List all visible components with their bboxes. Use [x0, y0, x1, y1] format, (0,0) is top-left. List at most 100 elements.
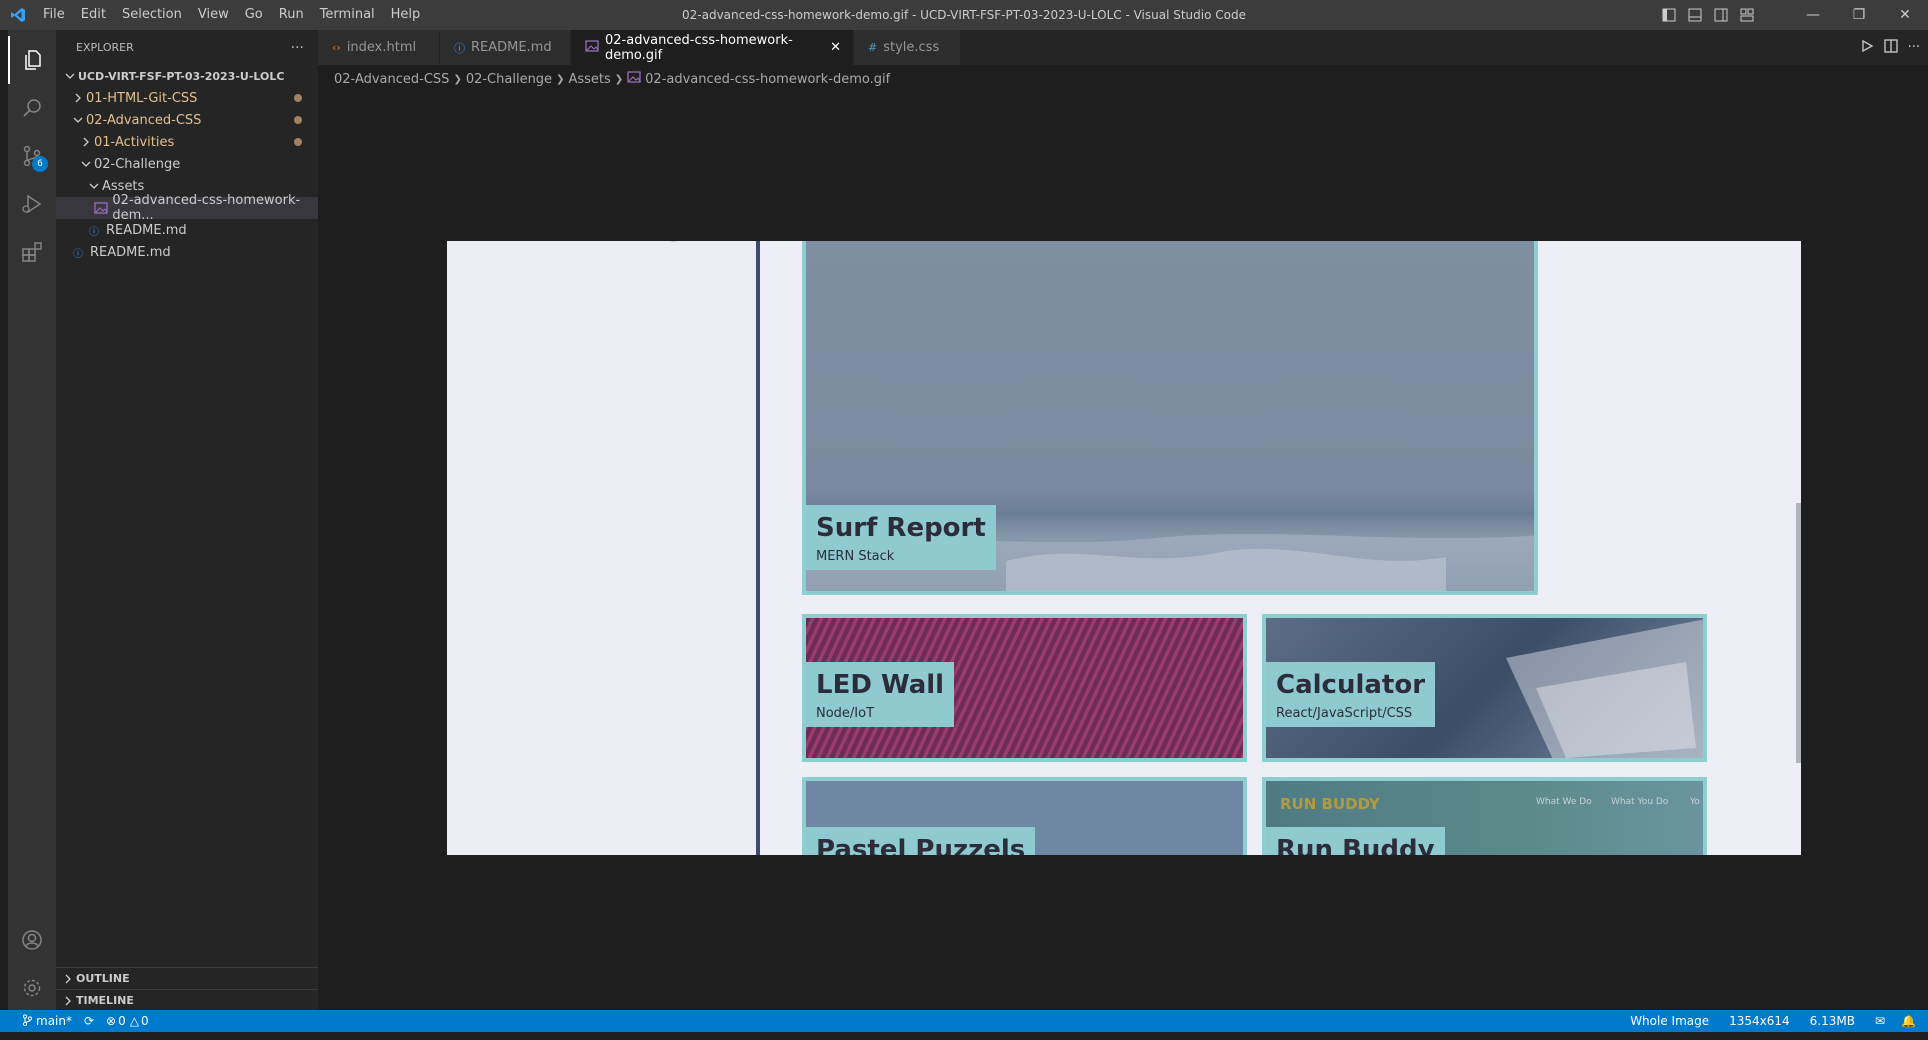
breadcrumb-item[interactable]: Assets: [568, 72, 610, 87]
menu-view[interactable]: View: [190, 0, 237, 30]
tree-label: Assets: [102, 178, 145, 194]
workspace-root-label: UCD-VIRT-FSF-PT-03-2023-U-LOLC: [78, 69, 285, 83]
run-buddy-nav: Yo: [1690, 797, 1700, 807]
breadcrumb-item[interactable]: 02-Advanced-CSS: [334, 72, 449, 87]
css-icon: #: [868, 41, 878, 54]
close-tab-icon[interactable]: ✕: [830, 40, 841, 55]
project-card-led-wall: LED Wall Node/IoT: [802, 614, 1247, 762]
menu-go[interactable]: Go: [237, 0, 271, 30]
zoom-status[interactable]: Whole Image: [1620, 1014, 1719, 1028]
more-actions-icon[interactable]: ···: [1908, 40, 1920, 55]
feedback-icon[interactable]: ✉: [1865, 1014, 1895, 1028]
vscode-logo-icon: [0, 0, 35, 30]
project-card-run-buddy: RUN BUDDY What We Do What You Do Yo Run …: [1262, 777, 1707, 855]
menu-file[interactable]: File: [35, 0, 73, 30]
settings-gear-icon[interactable]: [8, 964, 56, 1012]
tree-label: README.md: [106, 222, 187, 238]
tree-label: 01-HTML-Git-CSS: [86, 90, 198, 106]
restore-icon[interactable]: ❐: [1836, 0, 1882, 30]
toggle-panel-icon[interactable]: [1684, 4, 1706, 26]
menu-terminal[interactable]: Terminal: [312, 0, 383, 30]
tree-folder-01-activities[interactable]: 01-Activities: [56, 131, 318, 153]
tab-gif[interactable]: 02-advanced-css-homework-demo.gif ✕: [571, 30, 854, 65]
modified-dot: [294, 94, 302, 102]
breadcrumb-item[interactable]: 02-advanced-css-homework-demo.gif: [645, 72, 890, 87]
activity-bar: 6: [0, 30, 56, 1010]
error-count: 0: [118, 1014, 126, 1028]
tree-folder-02-challenge[interactable]: 02-Challenge: [56, 153, 318, 175]
chevron-down-icon: [86, 178, 102, 194]
branch-indicator[interactable]: main*: [0, 1013, 78, 1029]
accounts-icon[interactable]: [8, 916, 56, 964]
card-title: Surf Report: [816, 513, 986, 543]
card-label: LED Wall Node/IoT: [806, 662, 955, 727]
editor-tabs: ‹› index.html ⓘ README.md 02-advanced-cs…: [318, 30, 1928, 65]
error-icon: ⊗: [106, 1014, 117, 1028]
explorer-icon[interactable]: [8, 36, 56, 84]
outline-section[interactable]: OUTLINE: [56, 967, 318, 989]
chevron-down-icon: [62, 68, 78, 84]
chevron-right-icon: ❯: [614, 73, 624, 85]
dimensions-status: 1354x614: [1729, 1014, 1790, 1028]
tree-file-readme-root[interactable]: ⓘ README.md: [56, 241, 318, 263]
tree-folder-01-html[interactable]: 01-HTML-Git-CSS: [56, 87, 318, 109]
menu-run[interactable]: Run: [271, 0, 312, 30]
run-icon[interactable]: [1860, 39, 1874, 57]
extensions-icon[interactable]: [8, 228, 56, 276]
chevron-right-icon: [70, 90, 86, 106]
card-label: Pastel Puzzels: [806, 827, 1036, 855]
search-icon[interactable]: [8, 84, 56, 132]
source-control-icon[interactable]: 6: [8, 132, 56, 180]
card-label: Surf Report MERN Stack: [806, 505, 996, 570]
title-bar: File Edit Selection View Go Run Terminal…: [0, 0, 1928, 30]
preview-left-column: Hom: [447, 241, 757, 855]
card-title: Calculator: [1276, 670, 1426, 700]
run-buddy-nav: What You Do: [1611, 797, 1669, 807]
card-subtitle: Node/IoT: [816, 706, 875, 721]
toggle-primary-sidebar-icon[interactable]: [1658, 4, 1680, 26]
warning-icon: △: [129, 1014, 139, 1028]
chevron-right-icon: [78, 134, 94, 150]
info-icon: ⓘ: [454, 41, 465, 55]
sync-icon[interactable]: ⟳: [78, 1014, 100, 1028]
tree-label: README.md: [90, 244, 171, 260]
menu-bar: File Edit Selection View Go Run Terminal…: [35, 0, 428, 30]
scm-badge: 6: [32, 156, 48, 172]
toggle-secondary-sidebar-icon[interactable]: [1710, 4, 1732, 26]
tab-label: 02-advanced-css-homework-demo.gif: [605, 32, 793, 63]
image-icon: [585, 40, 599, 55]
menu-edit[interactable]: Edit: [73, 0, 114, 30]
customize-layout-icon[interactable]: [1736, 4, 1758, 26]
notifications-bell-icon[interactable]: 🔔: [1895, 1014, 1928, 1028]
editor-area: 02-Advanced-CSS ❯ 02-Challenge ❯ Assets …: [318, 65, 1928, 1010]
timeline-section[interactable]: TIMELINE: [56, 989, 318, 1011]
tab-label: style.css: [883, 40, 940, 55]
project-card-calculator: Calculator React/JavaScript/CSS: [1262, 614, 1707, 762]
modified-dot: [294, 116, 302, 124]
menu-help[interactable]: Help: [383, 0, 429, 30]
timeline-label: TIMELINE: [76, 994, 134, 1007]
image-preview[interactable]: Hom Surf Report MERN Stack LED Wall Node…: [447, 241, 1801, 855]
tree-label: 01-Activities: [94, 134, 175, 150]
tree-folder-02-advanced[interactable]: 02-Advanced-CSS: [56, 109, 318, 131]
branch-name: main*: [36, 1014, 72, 1028]
tab-index-html[interactable]: ‹› index.html: [318, 30, 440, 65]
tab-readme[interactable]: ⓘ README.md: [440, 30, 571, 65]
card-title: Pastel Puzzels: [816, 835, 1026, 855]
workspace-root[interactable]: UCD-VIRT-FSF-PT-03-2023-U-LOLC: [56, 65, 318, 87]
problems-indicator[interactable]: ⊗ 0 △ 0: [100, 1014, 155, 1028]
status-bar: main* ⟳ ⊗ 0 △ 0 Whole Image 1354x614 6.1…: [0, 1010, 1928, 1032]
run-debug-icon[interactable]: [8, 180, 56, 228]
preview-scrollbar[interactable]: [1796, 503, 1801, 763]
tab-style-css[interactable]: # style.css: [854, 30, 961, 65]
breadcrumb-item[interactable]: 02-Challenge: [466, 72, 552, 87]
card-subtitle: MERN Stack: [816, 549, 895, 564]
tree-file-readme-challenge[interactable]: ⓘ README.md: [56, 219, 318, 241]
split-editor-icon[interactable]: [1883, 38, 1898, 57]
more-actions-icon[interactable]: ···: [291, 40, 304, 56]
tree-file-gif[interactable]: 02-advanced-css-homework-dem...: [56, 193, 318, 223]
chevron-right-icon: [60, 993, 76, 1009]
minimize-icon[interactable]: —: [1790, 0, 1836, 30]
menu-selection[interactable]: Selection: [114, 0, 190, 30]
close-window-icon[interactable]: ✕: [1882, 0, 1928, 30]
